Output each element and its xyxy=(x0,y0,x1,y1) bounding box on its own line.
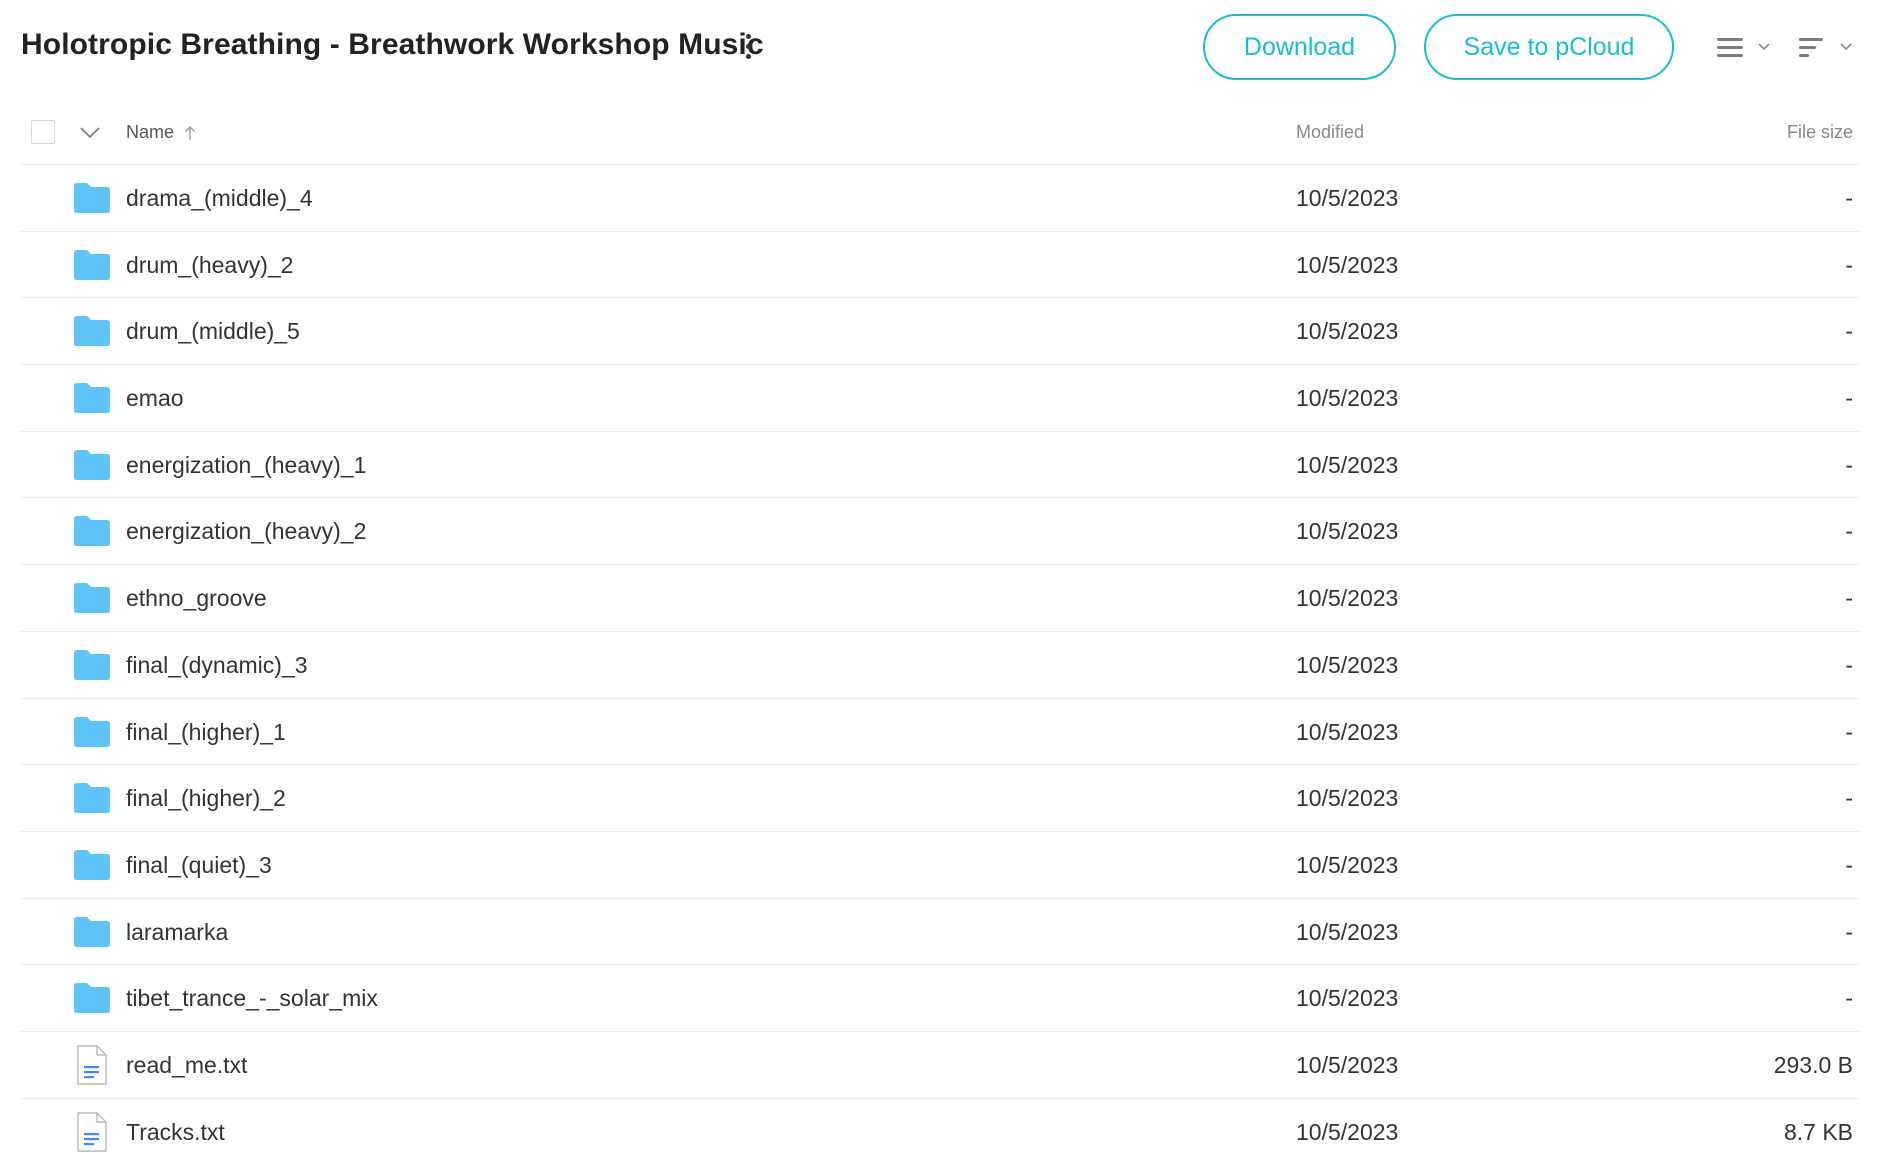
item-size: - xyxy=(1845,518,1853,545)
folder-row[interactable]: energization_(heavy)_2 10/5/2023 - xyxy=(21,498,1859,566)
folder-icon xyxy=(72,582,112,614)
item-size: - xyxy=(1845,585,1853,612)
item-size: 293.0 B xyxy=(1773,1051,1853,1078)
more-options-icon[interactable] xyxy=(736,30,760,62)
column-modified-label[interactable]: Modified xyxy=(1296,122,1364,143)
folder-icon xyxy=(72,382,112,414)
item-size: - xyxy=(1845,985,1853,1012)
item-modified: 10/5/2023 xyxy=(1296,918,1399,945)
folder-icon xyxy=(72,315,112,347)
sort-ascending-icon xyxy=(185,125,196,140)
item-name[interactable]: Tracks.txt xyxy=(126,1119,225,1146)
list-view-icon xyxy=(1717,38,1770,57)
text-file-icon xyxy=(76,1111,108,1153)
item-name[interactable]: final_(dynamic)_3 xyxy=(126,652,308,679)
item-name[interactable]: energization_(heavy)_1 xyxy=(126,452,366,479)
folder-row[interactable]: ethno_groove 10/5/2023 - xyxy=(21,565,1859,632)
folder-icon xyxy=(72,249,112,281)
item-name[interactable]: laramarka xyxy=(126,919,228,946)
column-name-label: Name xyxy=(126,122,175,142)
item-size: - xyxy=(1845,785,1853,812)
item-modified: 10/5/2023 xyxy=(1296,985,1399,1012)
item-modified: 10/5/2023 xyxy=(1296,518,1399,545)
folder-row[interactable]: drum_(middle)_5 10/5/2023 - xyxy=(21,298,1859,366)
folder-icon xyxy=(72,849,112,881)
folder-icon xyxy=(72,982,112,1014)
file-row[interactable]: read_me.txt 10/5/2023 293.0 B xyxy=(21,1032,1859,1099)
item-modified: 10/5/2023 xyxy=(1296,585,1399,612)
item-size: - xyxy=(1845,451,1853,478)
column-size-label[interactable]: File size xyxy=(1787,122,1853,143)
folder-row[interactable]: final_(quiet)_3 10/5/2023 - xyxy=(21,832,1859,899)
folder-row[interactable]: drum_(heavy)_2 10/5/2023 - xyxy=(21,232,1859,299)
item-size: - xyxy=(1845,718,1853,745)
item-modified: 10/5/2023 xyxy=(1296,185,1399,211)
folder-icon xyxy=(72,716,112,748)
sort-icon xyxy=(1799,38,1852,57)
folder-icon xyxy=(72,449,112,481)
item-name[interactable]: drum_(middle)_5 xyxy=(126,318,300,345)
download-button[interactable]: Download xyxy=(1203,14,1396,80)
item-modified: 10/5/2023 xyxy=(1296,1051,1399,1078)
item-modified: 10/5/2023 xyxy=(1296,1118,1399,1145)
text-file-icon xyxy=(76,1044,108,1086)
item-modified: 10/5/2023 xyxy=(1296,385,1399,412)
item-modified: 10/5/2023 xyxy=(1296,451,1399,478)
item-name[interactable]: final_(higher)_2 xyxy=(126,785,286,812)
folder-row[interactable]: laramarka 10/5/2023 - xyxy=(21,899,1859,966)
item-modified: 10/5/2023 xyxy=(1296,851,1399,878)
header: Holotropic Breathing - Breathwork Worksh… xyxy=(0,0,1881,95)
column-header: Name Modified File size xyxy=(21,100,1859,165)
chevron-down-icon xyxy=(80,127,100,139)
item-name[interactable]: read_me.txt xyxy=(126,1052,247,1079)
item-size: - xyxy=(1845,185,1853,211)
file-row[interactable]: Tracks.txt 10/5/2023 8.7 KB xyxy=(21,1099,1859,1153)
folder-icon xyxy=(72,182,112,214)
folder-icon xyxy=(72,649,112,681)
item-name[interactable]: ethno_groove xyxy=(126,585,267,612)
item-name[interactable]: drama_(middle)_4 xyxy=(126,185,313,212)
folder-row[interactable]: final_(higher)_2 10/5/2023 - xyxy=(21,765,1859,832)
item-name[interactable]: energization_(heavy)_2 xyxy=(126,518,366,545)
item-modified: 10/5/2023 xyxy=(1296,718,1399,745)
item-name[interactable]: final_(quiet)_3 xyxy=(126,852,272,879)
item-modified: 10/5/2023 xyxy=(1296,785,1399,812)
file-list: drama_(middle)_4 10/5/2023- drum_(heavy)_2… xyxy=(21,165,1859,1153)
page-title: Holotropic Breathing - Breathwork Worksh… xyxy=(21,28,764,61)
item-size: - xyxy=(1845,918,1853,945)
item-size: - xyxy=(1845,385,1853,412)
folder-row[interactable]: emao 10/5/2023 - xyxy=(21,365,1859,432)
save-to-pcloud-button[interactable]: Save to pCloud xyxy=(1424,14,1674,80)
folder-row[interactable]: tibet_trance_-_solar_mix 10/5/2023 - xyxy=(21,965,1859,1032)
folder-icon xyxy=(72,916,112,948)
list-view-toggle[interactable] xyxy=(1717,34,1775,62)
item-size: - xyxy=(1845,318,1853,345)
folder-row[interactable]: final_(higher)_1 10/5/2023 - xyxy=(21,699,1859,766)
item-name[interactable]: final_(higher)_1 xyxy=(126,719,286,746)
folder-row[interactable]: final_(dynamic)_3 10/5/2023 - xyxy=(21,632,1859,699)
sort-toggle[interactable] xyxy=(1799,34,1857,62)
item-size: - xyxy=(1845,251,1853,278)
item-modified: 10/5/2023 xyxy=(1296,318,1399,345)
item-size: - xyxy=(1845,651,1853,678)
folder-row[interactable]: energization_(heavy)_1 10/5/2023 - xyxy=(21,432,1859,499)
folder-icon xyxy=(72,782,112,814)
folder-row[interactable]: drama_(middle)_4 10/5/2023 - xyxy=(21,165,1859,232)
select-all-checkbox[interactable] xyxy=(31,120,55,144)
item-modified: 10/5/2023 xyxy=(1296,651,1399,678)
item-size: 8.7 KB xyxy=(1783,1118,1853,1145)
item-modified: 10/5/2023 xyxy=(1296,251,1399,278)
item-name[interactable]: tibet_trance_-_solar_mix xyxy=(126,985,378,1012)
column-name-sort[interactable]: Name xyxy=(126,122,196,143)
item-name[interactable]: emao xyxy=(126,385,184,412)
selection-menu-chevron[interactable] xyxy=(78,122,102,142)
item-name[interactable]: drum_(heavy)_2 xyxy=(126,252,293,279)
folder-icon xyxy=(72,515,112,547)
item-size: - xyxy=(1845,851,1853,878)
file-browser: Holotropic Breathing - Breathwork Worksh… xyxy=(0,0,1881,1153)
